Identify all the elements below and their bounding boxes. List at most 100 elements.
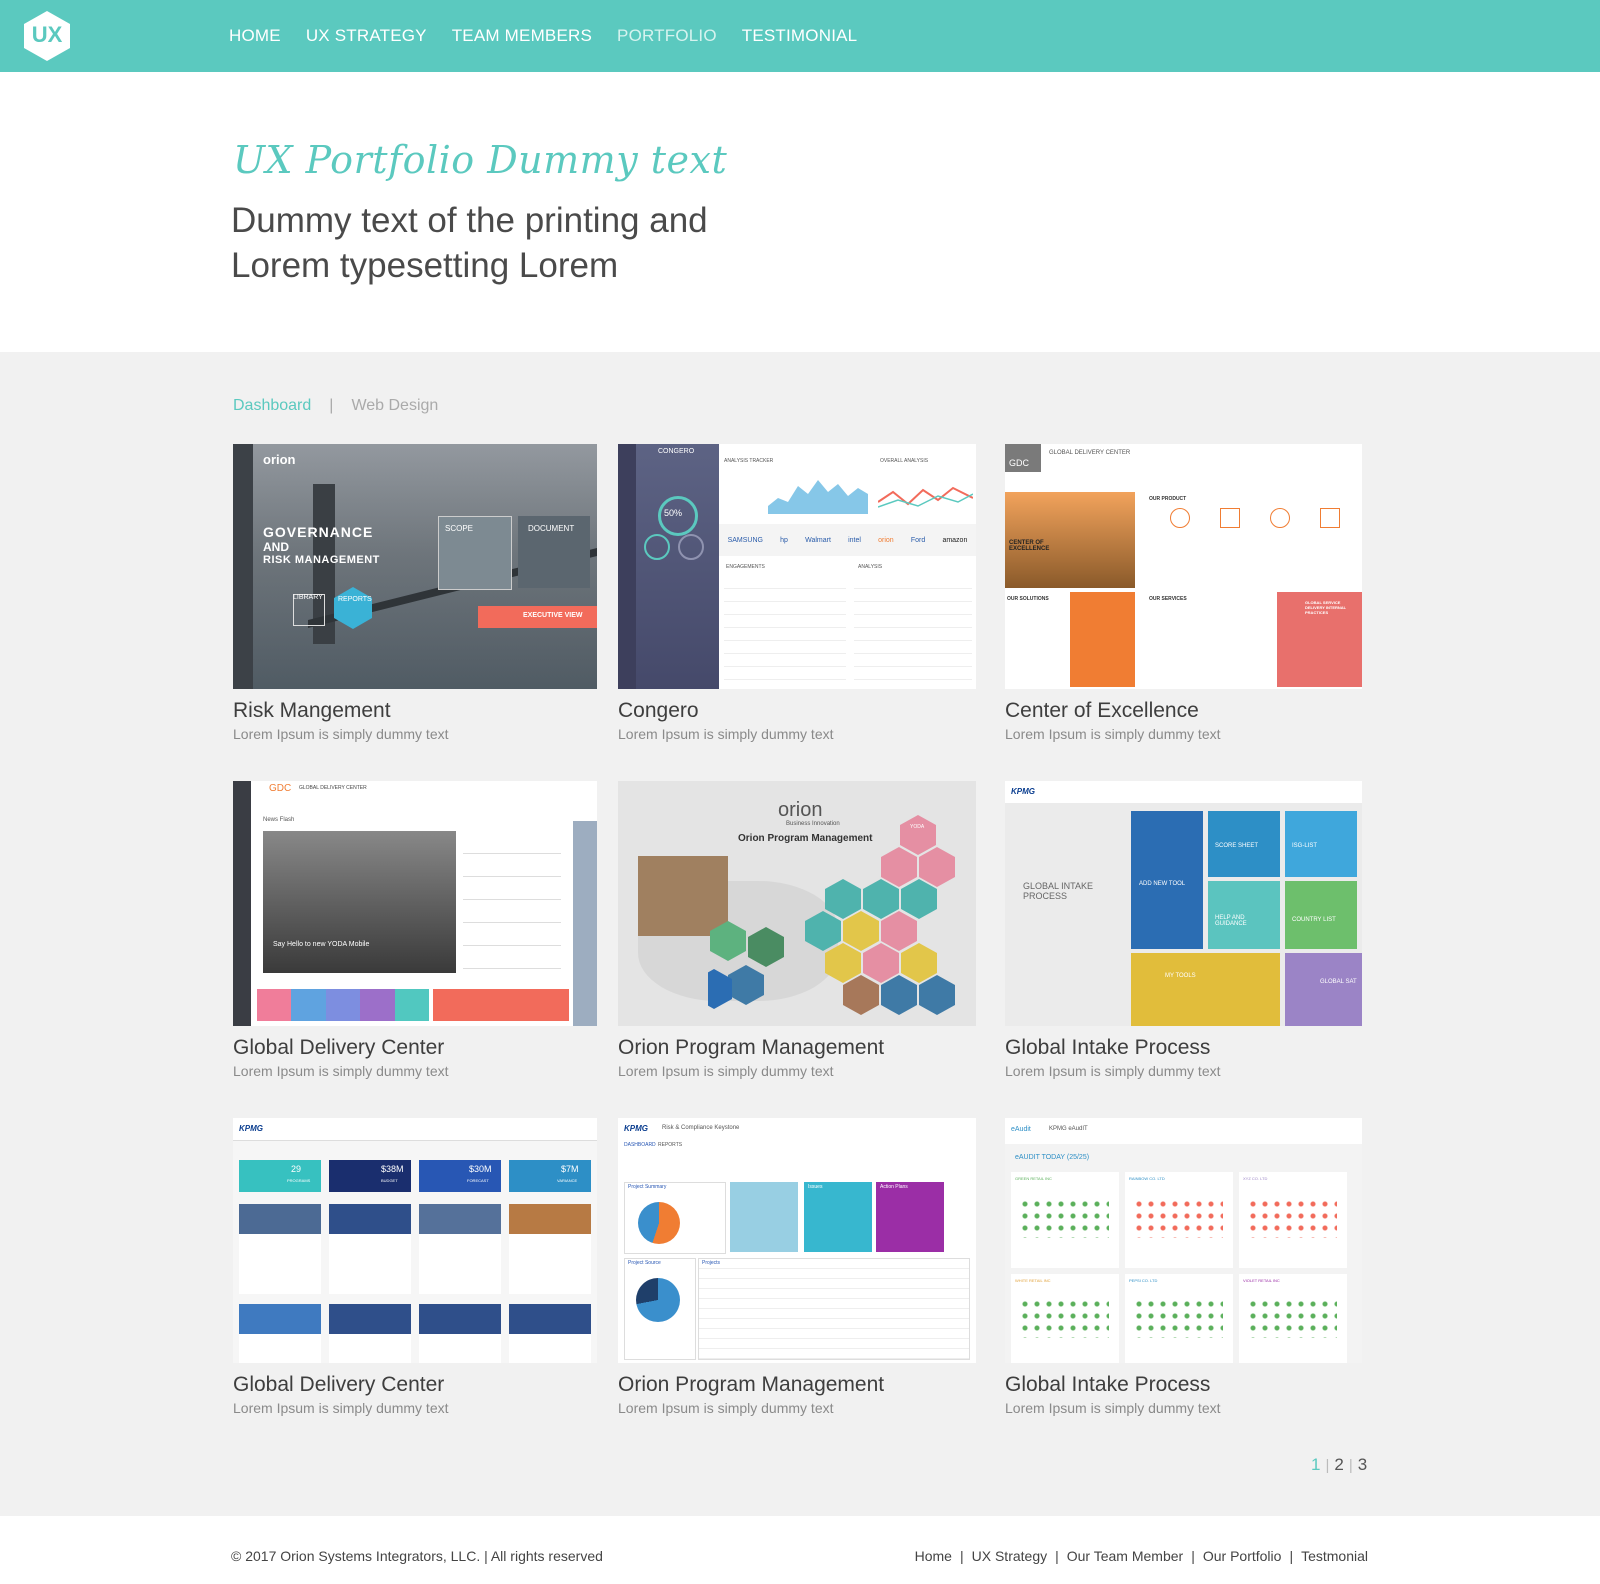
thumb-executive-view: EXECUTIVE VIEW (523, 612, 583, 619)
kpi-forecast-value: $30M (469, 1164, 492, 1174)
footer-link-ux-strategy[interactable]: UX Strategy (972, 1548, 1047, 1564)
thumb-newsflash: News Flash (263, 817, 295, 823)
thumb-company3: XYZ CO. LTD (1243, 1176, 1268, 1181)
nav-ux-strategy[interactable]: UX STRATEGY (306, 26, 427, 46)
tab-web-design[interactable]: Web Design (351, 397, 438, 415)
kpi-budget-value: $38M (381, 1164, 404, 1174)
nav-team-members[interactable]: TEAM MEMBERS (452, 26, 592, 46)
kpi-budget-label: BUDGET (381, 1178, 398, 1183)
thumb-source: Project Source (628, 1260, 661, 1266)
thumb-our-solutions: OUR SOLUTIONS (1007, 596, 1049, 602)
page-1-link[interactable]: 1 (1311, 1455, 1320, 1475)
thumb-overall: OVERALL ANALYSIS (880, 458, 929, 464)
card-subtitle: Lorem Ipsum is simply dummy text (618, 1063, 834, 1079)
hero-script-title: UX Portfolio Dummy text (233, 138, 728, 182)
logo-orion: orion (878, 536, 894, 544)
thumb-actions: Action Plans (880, 1184, 908, 1190)
thumb-header: GLOBAL DELIVERY CENTER (1049, 450, 1131, 456)
page-3-link[interactable]: 3 (1358, 1455, 1367, 1475)
thumb-brand: eAudit (1011, 1126, 1031, 1133)
thumb-header: GLOBAL DELIVERY CENTER (299, 785, 367, 791)
logo-ford: Ford (910, 536, 926, 544)
portfolio-thumbnail[interactable]: CONGERO 50% ANALYSIS TRACKER OVERALL ANA… (618, 444, 976, 689)
copyright-text: © 2017 Orion Systems Integrators, LLC. |… (231, 1548, 603, 1564)
thumb-issues: Issues (808, 1184, 823, 1190)
thumb-hex-label: YODA (910, 824, 925, 830)
thumb-tracker: ANALYSIS TRACKER (724, 458, 774, 464)
thumb-tile-country: COUNTRY LIST (1292, 917, 1336, 923)
portfolio-thumbnail[interactable]: KPMG GLOBAL INTAKE PROCESS ADD NEW TOOL … (1005, 781, 1362, 1026)
portfolio-thumbnail[interactable]: KPMG 29 PROGRAMS $38M BUDGET $30M FORECA… (233, 1118, 597, 1363)
footer-separator: | (959, 1548, 964, 1564)
card-title[interactable]: Global Intake Process (1005, 1036, 1210, 1060)
card-title[interactable]: Congero (618, 699, 699, 723)
portfolio-thumbnail[interactable]: GDC GLOBAL DELIVERY CENTER CENTER OF EXC… (1005, 444, 1362, 689)
thumb-today: eAUDIT TODAY (25/25) (1015, 1154, 1090, 1161)
thumb-our-services: OUR SERVICES (1149, 596, 1187, 602)
page-separator: | (1325, 1456, 1330, 1474)
hero-section: UX Portfolio Dummy text Dummy text of th… (0, 72, 1600, 352)
footer-separator: | (1289, 1548, 1294, 1564)
footer-links: Home | UX Strategy | Our Team Member | O… (915, 1548, 1368, 1564)
kpi-programs-label: PROGRAMS (287, 1178, 311, 1183)
portfolio-thumbnail[interactable]: orion Business Innovation Orion Program … (618, 781, 976, 1026)
page-2-link[interactable]: 2 (1334, 1455, 1343, 1475)
portfolio-thumbnail[interactable]: orion GOVERNANCE AND RISK MANAGEMENT SCO… (233, 444, 597, 689)
thumb-library: LIBRARY (293, 594, 323, 601)
thumb-tile-add: ADD NEW TOOL (1139, 881, 1186, 887)
portfolio-thumbnail[interactable]: KPMG Risk & Compliance Keystone DASHBOAR… (618, 1118, 976, 1363)
portfolio-thumbnail[interactable]: GDC GLOBAL DELIVERY CENTER News Flash Sa… (233, 781, 597, 1026)
footer-link-team-member[interactable]: Our Team Member (1067, 1548, 1183, 1564)
thumb-tile-mytools: MY TOOLS (1165, 973, 1196, 979)
card-title[interactable]: Global Intake Process (1005, 1373, 1210, 1397)
footer-link-portfolio[interactable]: Our Portfolio (1203, 1548, 1282, 1564)
thumb-company2: RAINBOW CO. LTD (1129, 1176, 1165, 1181)
card-title[interactable]: Orion Program Management (618, 1373, 884, 1397)
thumb-company4: WHITE RETAIL INC (1015, 1278, 1051, 1283)
card-subtitle: Lorem Ipsum is simply dummy text (618, 726, 834, 742)
thumb-tab-reports: REPORTS (658, 1142, 683, 1148)
nav-portfolio[interactable]: PORTFOLIO (617, 26, 717, 46)
thumb-reports: REPORTS (338, 596, 372, 603)
thumb-company1: GREEN RETAIL INC (1015, 1176, 1052, 1181)
ux-logo[interactable]: UX (22, 10, 72, 62)
thumb-brand: CONGERO (658, 448, 695, 455)
thumb-heading: GOVERNANCE (263, 524, 374, 540)
card-subtitle: Lorem Ipsum is simply dummy text (1005, 1400, 1221, 1416)
thumb-tile-globalsat: GLOBAL SAT (1320, 979, 1357, 985)
card-title[interactable]: Center of Excellence (1005, 699, 1199, 723)
thumb-engagements: ENGAGEMENTS (726, 564, 765, 570)
card-subtitle: Lorem Ipsum is simply dummy text (233, 1400, 449, 1416)
tab-dashboard[interactable]: Dashboard (233, 397, 311, 415)
thumb-company6: VIOLET RETAIL INC (1243, 1278, 1280, 1283)
hero-title-line2: Lorem typesetting Lorem (231, 246, 619, 285)
logo-text: UX (31, 22, 63, 47)
card-title[interactable]: Global Delivery Center (233, 1036, 444, 1060)
thumb-headline: Say Hello to new YODA Mobile (273, 941, 370, 948)
card-title[interactable]: Risk Mangement (233, 699, 391, 723)
card-subtitle: Lorem Ipsum is simply dummy text (233, 726, 449, 742)
logo-samsung: SAMSUNG (727, 536, 763, 544)
kpi-variance-value: $7M (561, 1164, 579, 1174)
portfolio-thumbnail[interactable]: eAudit KPMG eAudIT eAUDIT TODAY (25/25) … (1005, 1118, 1362, 1363)
thumb-tile-isg: ISG-LIST (1292, 843, 1318, 849)
footer-link-home[interactable]: Home (915, 1548, 952, 1564)
thumb-brand: GDC (269, 783, 292, 794)
card-subtitle: Lorem Ipsum is simply dummy text (233, 1063, 449, 1079)
footer-link-testmonial[interactable]: Testmonial (1301, 1548, 1368, 1564)
card-title[interactable]: Global Delivery Center (233, 1373, 444, 1397)
nav-home[interactable]: HOME (229, 26, 281, 46)
thumb-percent: 50% (664, 508, 683, 518)
thumb-heading2: AND (263, 540, 289, 554)
nav-testimonial[interactable]: TESTIMONIAL (742, 26, 858, 46)
thumb-gsd: GLOBAL SERVICE DELIVERY INTERNAL PRACTIC… (1305, 600, 1347, 615)
portfolio-filter-tabs: Dashboard | Web Design (233, 397, 438, 415)
card-title[interactable]: Orion Program Management (618, 1036, 884, 1060)
card-subtitle: Lorem Ipsum is simply dummy text (1005, 1063, 1221, 1079)
footer-separator: | (1191, 1548, 1195, 1564)
thumb-brand: KPMG (239, 1124, 263, 1133)
thumb-coe: CENTER OF EXCELLENCE (1009, 540, 1050, 552)
thumb-brand: KPMG (624, 1124, 648, 1133)
thumb-scope: SCOPE (445, 524, 474, 533)
nav-menu: HOME UX STRATEGY TEAM MEMBERS PORTFOLIO … (229, 0, 882, 72)
